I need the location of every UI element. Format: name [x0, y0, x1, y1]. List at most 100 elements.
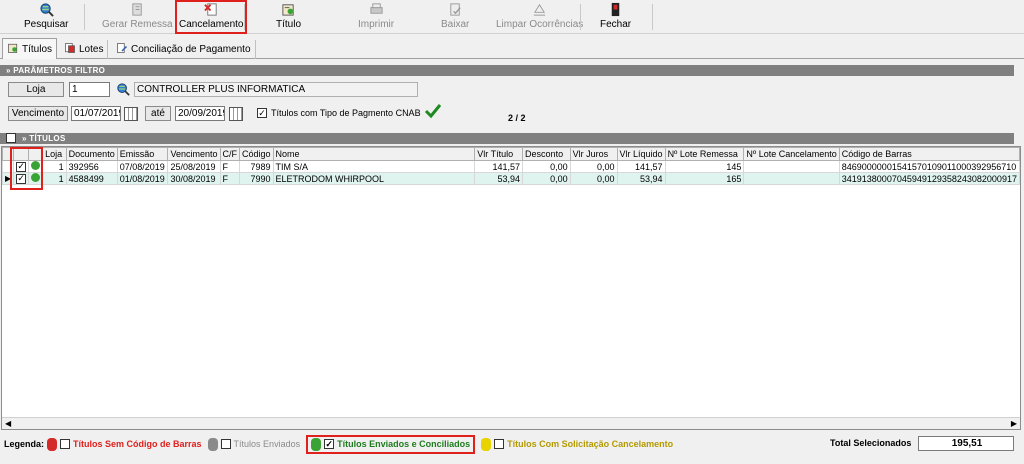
status-yellow-icon — [481, 437, 492, 451]
search-globe-icon[interactable] — [116, 82, 130, 99]
col-nome[interactable]: Nome — [272, 147, 476, 161]
legend-sem-codigo-checkbox[interactable] — [60, 439, 71, 449]
col-documento[interactable]: Documento — [65, 147, 118, 161]
total-label: Total Selecionados — [830, 438, 912, 448]
cell-lote-remessa: 165 — [664, 172, 745, 185]
col-codigo[interactable]: Código — [239, 147, 274, 161]
document-money-icon — [7, 42, 19, 57]
col-vlr-titulo[interactable]: Vlr Título — [474, 147, 524, 161]
fechar-button[interactable]: Fechar — [600, 2, 631, 33]
cnab-checkbox[interactable]: ✓ — [257, 108, 267, 118]
cell-desconto: 0,00 — [522, 160, 571, 173]
cell-codigo-barras: 34191380007045949129358243082000917 — [838, 172, 1020, 185]
col-emissao[interactable]: Emissão — [116, 147, 169, 161]
legend-enviados-checkbox[interactable] — [220, 439, 231, 449]
col-desconto[interactable]: Desconto — [522, 147, 571, 161]
cell-desconto: 0,00 — [522, 172, 571, 185]
limpar-ocorrencias-button[interactable]: Limpar Ocorrências — [496, 2, 583, 33]
eraser-icon — [532, 2, 548, 17]
loja-name-field: CONTROLLER PLUS INFORMATICA — [134, 82, 418, 97]
col-lote-cancel[interactable]: Nº Lote Cancelamento — [743, 147, 840, 161]
cell-codigo-barras: 84690000001541570109011000392956710 — [838, 160, 1020, 173]
horizontal-scrollbar[interactable]: ◀ ▶ — [2, 417, 1020, 429]
tab-lotes[interactable]: Lotes — [60, 40, 109, 59]
cell-vlr-juros: 0,00 — [569, 172, 618, 185]
scroll-left-icon[interactable]: ◀ — [5, 419, 11, 428]
cell-loja: 1 — [42, 160, 67, 173]
printer-icon — [368, 2, 384, 17]
baixar-button[interactable]: Baixar — [441, 2, 469, 33]
toolbar-separator — [580, 4, 581, 30]
legend-label: Legenda: — [4, 439, 45, 449]
toolbar: Pesquisar Gerar Remessa Cancelamento Tít… — [0, 0, 1024, 34]
col-vlr-juros[interactable]: Vlr Juros — [569, 147, 618, 161]
cell-codigo: 7990 — [239, 172, 274, 185]
legend-conciliados: ✓ Títulos Enviados e Conciliados — [306, 434, 476, 454]
table-header: Loja Documento Emissão Vencimento C/F Có… — [2, 147, 1020, 161]
scroll-right-icon[interactable]: ▶ — [1011, 419, 1017, 428]
col-vencimento[interactable]: Vencimento — [167, 147, 221, 161]
document-check-icon — [447, 2, 463, 17]
tab-conciliacao[interactable]: Conciliação de Pagamento — [112, 40, 256, 59]
calendar-icon[interactable] — [229, 107, 243, 121]
table-row[interactable]: ✓ 1 392956 07/08/2019 25/08/2019 F 7989 … — [2, 160, 1020, 173]
legend-enviados: Títulos Enviados — [207, 437, 300, 451]
cell-emissao: 01/08/2019 — [116, 172, 169, 185]
cell-documento: 4588499 — [65, 172, 118, 185]
cell-cf: F — [219, 160, 240, 173]
legend-sem-codigo: Títulos Sem Código de Barras — [47, 437, 202, 451]
cell-vencimento: 30/08/2019 — [167, 172, 221, 185]
legend-bar: Legenda: Títulos Sem Código de Barras Tí… — [0, 434, 1024, 454]
document-cancel-icon — [203, 2, 219, 17]
document-export-icon — [129, 2, 145, 17]
date-from-input[interactable]: 01/07/2019 — [71, 106, 121, 121]
cell-codigo: 7989 — [239, 160, 274, 173]
col-codigo-barras[interactable]: Código de Barras — [838, 147, 1020, 161]
tab-strip: Títulos Lotes Conciliação de Pagamento — [0, 38, 1024, 59]
selection-highlight — [10, 147, 43, 190]
titulo-button[interactable]: Título — [276, 2, 301, 33]
loja-code-input[interactable]: 1 — [69, 82, 110, 97]
col-cf[interactable]: C/F — [219, 147, 240, 161]
cancelamento-button[interactable]: Cancelamento — [175, 0, 248, 34]
cell-vlr-titulo: 53,94 — [474, 172, 524, 185]
loja-button[interactable]: Loja — [8, 82, 64, 97]
date-to-input[interactable]: 20/09/2019 — [175, 106, 225, 121]
legend-cancelamento-checkbox[interactable] — [494, 439, 505, 449]
toolbar-separator — [84, 4, 85, 30]
col-loja[interactable]: Loja — [42, 147, 67, 161]
table-row[interactable]: ▶ ✓ 1 4588499 01/08/2019 30/08/2019 F 79… — [2, 172, 1020, 185]
confirm-check-icon[interactable] — [424, 103, 442, 122]
imprimir-button[interactable]: Imprimir — [358, 2, 394, 33]
cnab-label: Títulos com Tipo de Pagmento CNAB — [271, 108, 421, 118]
ate-button[interactable]: até — [145, 106, 171, 121]
col-lote-remessa[interactable]: Nº Lote Remessa — [664, 147, 745, 161]
toolbar-separator — [244, 4, 245, 30]
titulos-section-header: » TÍTULOS — [0, 133, 1014, 144]
total-value: 195,51 — [918, 436, 1014, 451]
cell-cf: F — [219, 172, 240, 185]
legend-cancelamento: Títulos Com Solicitação Cancelamento — [481, 437, 673, 451]
cell-vlr-juros: 0,00 — [569, 160, 618, 173]
cell-documento: 392956 — [65, 160, 118, 173]
legend-conciliados-checkbox[interactable]: ✓ — [324, 439, 335, 449]
vencimento-button[interactable]: Vencimento — [8, 106, 68, 121]
document-pen-icon — [116, 42, 128, 57]
status-red-icon — [47, 437, 58, 451]
cell-vlr-liquido: 53,94 — [616, 172, 666, 185]
cell-loja: 1 — [42, 172, 67, 185]
pesquisar-button[interactable]: Pesquisar — [24, 2, 68, 33]
cell-vlr-liquido: 141,57 — [616, 160, 666, 173]
tab-titulos[interactable]: Títulos — [2, 38, 58, 59]
toolbar-separator — [652, 4, 653, 30]
status-green-icon — [311, 437, 322, 451]
select-all-checkbox[interactable] — [6, 133, 16, 143]
gerar-remessa-button[interactable]: Gerar Remessa — [102, 2, 173, 33]
filter-panel: Loja 1 CONTROLLER PLUS INFORMATICA Venci… — [0, 76, 1014, 128]
cell-vlr-titulo: 141,57 — [474, 160, 524, 173]
cell-vencimento: 25/08/2019 — [167, 160, 221, 173]
calendar-icon[interactable] — [124, 107, 138, 121]
col-vlr-liquido[interactable]: Vlr Líquido — [616, 147, 666, 161]
document-stack-icon — [64, 42, 76, 57]
exit-door-icon — [608, 2, 624, 17]
